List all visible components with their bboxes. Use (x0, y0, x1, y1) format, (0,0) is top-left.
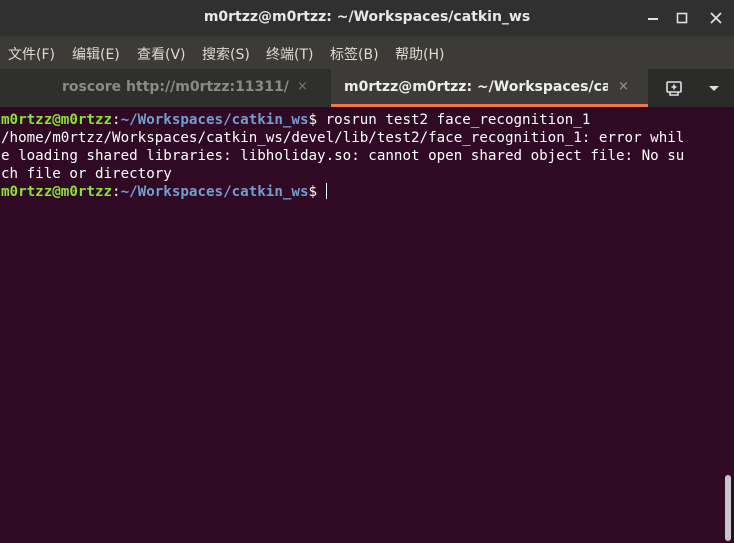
tab-label: m0rtzz@m0rtzz: ~/Workspaces/cat… (344, 79, 608, 95)
menu-terminal[interactable]: 终端(T) (266, 44, 313, 64)
terminal-output[interactable]: m0rtzz@m0rtzz:~/Workspaces/catkin_ws$ ro… (0, 107, 722, 543)
new-tab-icon (666, 81, 682, 96)
scrollbar[interactable] (722, 107, 734, 543)
prompt-path: ~/Workspaces/catkin_ws (120, 184, 309, 200)
maximize-icon (676, 12, 688, 24)
close-button[interactable] (704, 6, 728, 30)
menu-help[interactable]: 帮助(H) (395, 44, 444, 64)
prompt-symbol: $ (308, 112, 318, 128)
menu-file[interactable]: 文件(F) (8, 44, 55, 64)
menu-tabs[interactable]: 标签(B) (330, 44, 379, 64)
new-tab-button[interactable] (656, 69, 692, 107)
tab-close-button[interactable]: × (618, 79, 629, 94)
chevron-down-icon (709, 86, 719, 91)
minimize-icon (648, 18, 658, 20)
command-text: rosrun test2 face_recognition_1 (317, 112, 591, 128)
tab-menu-button[interactable] (700, 69, 728, 107)
tab-catkin-ws[interactable]: m0rtzz@m0rtzz: ~/Workspaces/cat… × (331, 69, 648, 107)
tab-label: roscore http://m0rtzz:11311/ (62, 79, 289, 95)
prompt-line: m0rtzz@m0rtzz:~/Workspaces/catkin_ws$ ro… (1, 111, 590, 129)
tab-close-button[interactable]: × (297, 79, 308, 94)
tab-roscore[interactable]: roscore http://m0rtzz:11311/ × (0, 69, 330, 107)
minimize-button[interactable] (641, 6, 665, 30)
tab-bar: roscore http://m0rtzz:11311/ × m0rtzz@m0… (0, 69, 734, 107)
menu-bar: 文件(F) 编辑(E) 查看(V) 搜索(S) 终端(T) 标签(B) 帮助(H… (0, 36, 734, 69)
prompt-user: m0rtzz@m0rtzz (1, 112, 113, 128)
menu-search[interactable]: 搜索(S) (202, 44, 250, 64)
prompt-user: m0rtzz@m0rtzz (1, 184, 113, 200)
prompt-path: ~/Workspaces/catkin_ws (120, 112, 309, 128)
maximize-button[interactable] (670, 6, 694, 30)
menu-edit[interactable]: 编辑(E) (72, 44, 120, 64)
title-bar[interactable]: m0rtzz@m0rtzz: ~/Workspaces/catkin_ws (0, 0, 734, 36)
output-line: ch file or directory (1, 166, 172, 182)
prompt-separator: : (112, 184, 121, 200)
prompt-line: m0rtzz@m0rtzz:~/Workspaces/catkin_ws$ (1, 183, 327, 201)
output-line: /home/m0rtzz/Workspaces/catkin_ws/devel/… (1, 130, 685, 146)
menu-view[interactable]: 查看(V) (137, 44, 186, 64)
close-icon (710, 12, 722, 24)
text-cursor (325, 183, 327, 199)
prompt-separator: : (112, 112, 121, 128)
output-line: e loading shared libraries: libholiday.s… (1, 148, 685, 164)
command-text (317, 184, 326, 200)
window-title: m0rtzz@m0rtzz: ~/Workspaces/catkin_ws (203, 9, 531, 25)
scrollbar-thumb[interactable] (725, 475, 731, 541)
prompt-symbol: $ (308, 184, 318, 200)
terminal-window: m0rtzz@m0rtzz: ~/Workspaces/catkin_ws 文件… (0, 0, 734, 543)
